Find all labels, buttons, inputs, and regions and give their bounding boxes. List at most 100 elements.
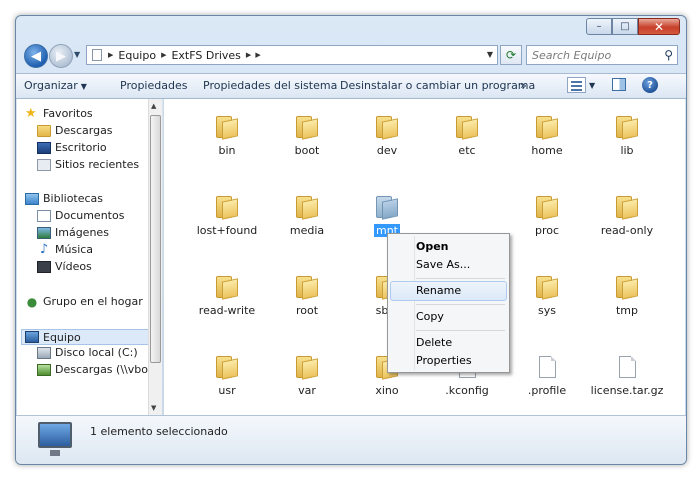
folder-item[interactable]: bin bbox=[187, 116, 267, 157]
context-rename[interactable]: Rename bbox=[390, 281, 507, 301]
folder-icon bbox=[616, 116, 638, 140]
back-button[interactable]: ◀ bbox=[24, 44, 48, 68]
sidebar-item-disco-local[interactable]: Disco local (C:) bbox=[37, 346, 138, 359]
folder-icon bbox=[376, 196, 398, 220]
sidebar-item-label: Disco local (C:) bbox=[55, 346, 138, 359]
title-bar[interactable]: – □ ✕ bbox=[16, 16, 686, 40]
organize-label: Organizar bbox=[24, 79, 78, 92]
search-input[interactable] bbox=[530, 47, 660, 63]
context-delete[interactable]: Delete bbox=[390, 333, 507, 353]
address-bar[interactable]: ▶ Equipo ▶ ExtFS Drives ▶ ▶ ▼ bbox=[86, 45, 498, 65]
sidebar-item-documentos[interactable]: Documentos bbox=[37, 209, 124, 222]
view-options-chevron-icon[interactable]: ▼ bbox=[589, 81, 595, 90]
system-properties-button[interactable]: Propiedades del sistema bbox=[203, 79, 337, 92]
file-label: proc bbox=[534, 224, 560, 237]
sidebar-item-descargas[interactable]: Descargas bbox=[37, 124, 113, 137]
sidebar-item-grupo-hogar[interactable]: ● Grupo en el hogar bbox=[25, 295, 143, 308]
context-open[interactable]: Open bbox=[390, 237, 507, 257]
pictures-icon bbox=[37, 226, 51, 239]
folder-item[interactable]: media bbox=[267, 196, 347, 237]
explorer-window: – □ ✕ ◀ ▶ ▼ ▶ Equipo ▶ ExtFS Drives ▶ ▶ … bbox=[15, 15, 687, 465]
context-copy[interactable]: Copy bbox=[390, 307, 507, 327]
uninstall-program-button[interactable]: Desinstalar o cambiar un programa bbox=[340, 79, 535, 92]
sidebar-item-label: Descargas bbox=[55, 124, 113, 137]
help-button[interactable]: ? bbox=[642, 77, 658, 93]
folder-item[interactable]: etc bbox=[427, 116, 507, 157]
sidebar-item-label: Documentos bbox=[55, 209, 125, 222]
context-separator bbox=[416, 304, 505, 305]
change-view-button[interactable] bbox=[567, 77, 586, 93]
folder-icon bbox=[296, 116, 318, 140]
address-dropdown-icon[interactable]: ▼ bbox=[487, 50, 493, 59]
navigation-pane: ★ Favoritos Descargas Escritorio Sitios … bbox=[17, 99, 148, 415]
videos-icon bbox=[37, 260, 51, 273]
file-label: root bbox=[295, 304, 319, 317]
breadcrumb-extfs-drives[interactable]: ExtFS Drives bbox=[168, 49, 243, 62]
breadcrumb-separator-icon[interactable]: ▶ bbox=[244, 51, 253, 59]
properties-button[interactable]: Propiedades bbox=[120, 79, 187, 92]
folder-icon bbox=[536, 116, 558, 140]
folder-item[interactable]: var bbox=[267, 356, 347, 397]
close-button[interactable]: ✕ bbox=[638, 18, 680, 35]
sidebar-item-equipo[interactable]: Equipo bbox=[21, 329, 148, 345]
folder-item[interactable]: root bbox=[267, 276, 347, 317]
sidebar-item-escritorio[interactable]: Escritorio bbox=[37, 141, 107, 154]
folder-item[interactable]: usr bbox=[187, 356, 267, 397]
minimize-button[interactable]: – bbox=[586, 18, 612, 35]
context-save-as[interactable]: Save As... bbox=[390, 255, 507, 275]
command-bar: Organizar ▼ Propiedades Propiedades del s… bbox=[16, 73, 686, 99]
folder-item[interactable]: mnt bbox=[347, 196, 427, 237]
scroll-down-icon[interactable]: ▼ bbox=[151, 404, 156, 412]
sidebar-item-bibliotecas[interactable]: Bibliotecas bbox=[25, 192, 103, 205]
refresh-button[interactable]: ⟳ bbox=[500, 45, 522, 65]
file-label: boot bbox=[294, 144, 320, 157]
file-label: tmp bbox=[615, 304, 638, 317]
search-box[interactable]: ⚲ bbox=[526, 45, 678, 65]
more-commands-button[interactable]: » bbox=[520, 79, 527, 92]
sidebar-item-favoritos[interactable]: ★ Favoritos bbox=[25, 107, 93, 121]
sidebar-item-label: Vídeos bbox=[55, 260, 92, 273]
libraries-icon bbox=[25, 192, 39, 205]
sidebar-scrollbar[interactable]: ▲ ▼ bbox=[148, 99, 162, 415]
navigation-bar: ◀ ▶ ▼ ▶ Equipo ▶ ExtFS Drives ▶ ▶ ▼ ⟳ ⚲ bbox=[16, 40, 686, 72]
sidebar-item-network-drive[interactable]: Descargas (\\vbo bbox=[37, 363, 148, 376]
file-label: sys bbox=[538, 304, 556, 317]
preview-pane-button[interactable] bbox=[612, 78, 626, 91]
folder-item[interactable]: read-write bbox=[187, 276, 267, 317]
sidebar-item-label: Sitios recientes bbox=[55, 158, 140, 171]
folder-item[interactable]: lib bbox=[587, 116, 667, 157]
forward-button[interactable]: ▶ bbox=[49, 44, 73, 68]
scrollbar-thumb[interactable] bbox=[150, 115, 161, 363]
folder-icon bbox=[616, 196, 638, 220]
file-label: license.tar.gz bbox=[590, 384, 664, 397]
search-icon[interactable]: ⚲ bbox=[664, 48, 673, 62]
folder-item[interactable]: lost+found bbox=[187, 196, 267, 237]
file-label: dev bbox=[376, 144, 398, 157]
breadcrumb-separator-icon[interactable]: ▶ bbox=[106, 51, 115, 59]
sidebar-item-sitios-recientes[interactable]: Sitios recientes bbox=[37, 158, 139, 171]
maximize-button[interactable]: □ bbox=[612, 18, 638, 35]
file-label: bin bbox=[218, 144, 236, 157]
breadcrumb-separator-icon[interactable]: ▶ bbox=[159, 51, 168, 59]
folder-item[interactable]: tmp bbox=[587, 276, 667, 317]
scroll-up-icon[interactable]: ▲ bbox=[151, 102, 156, 110]
organize-button[interactable]: Organizar ▼ bbox=[24, 79, 87, 92]
sidebar-item-videos[interactable]: Vídeos bbox=[37, 260, 92, 273]
folder-icon bbox=[536, 276, 558, 300]
file-item[interactable]: license.tar.gz bbox=[587, 356, 667, 397]
folder-item[interactable]: dev bbox=[347, 116, 427, 157]
folder-item[interactable]: boot bbox=[267, 116, 347, 157]
folder-item[interactable]: sys bbox=[507, 276, 587, 317]
breadcrumb-equipo[interactable]: Equipo bbox=[115, 49, 159, 62]
desktop-icon bbox=[37, 141, 51, 154]
file-label: media bbox=[289, 224, 325, 237]
folder-item[interactable]: home bbox=[507, 116, 587, 157]
folder-item[interactable]: read-only bbox=[587, 196, 667, 237]
folder-item[interactable]: proc bbox=[507, 196, 587, 237]
sidebar-item-imagenes[interactable]: Imágenes bbox=[37, 226, 109, 239]
breadcrumb-separator-icon[interactable]: ▶ bbox=[253, 51, 262, 59]
recent-pages-icon[interactable]: ▼ bbox=[74, 50, 80, 59]
context-properties[interactable]: Properties bbox=[390, 351, 507, 371]
file-item[interactable]: .profile bbox=[507, 356, 587, 397]
sidebar-item-musica[interactable]: ♪ Música bbox=[37, 243, 93, 257]
